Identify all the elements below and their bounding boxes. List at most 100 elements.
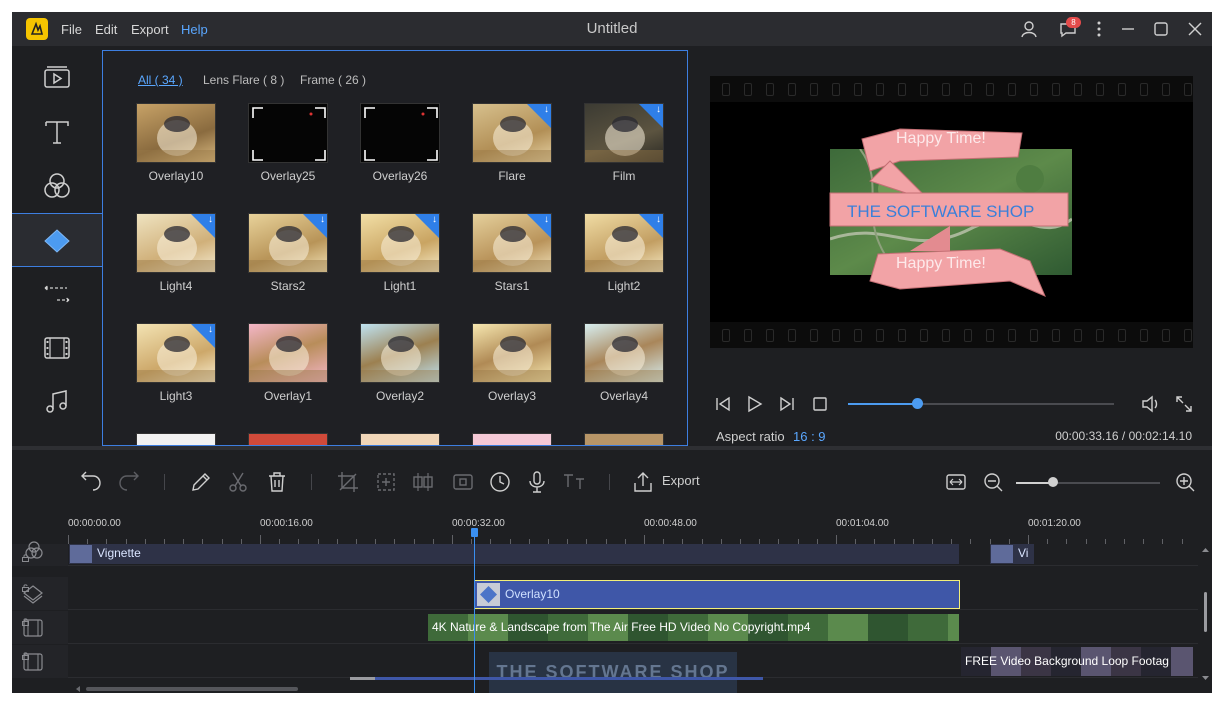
overlay-thumbnail[interactable] [248, 433, 328, 445]
overlay-thumbnail[interactable]: ↓ [472, 103, 552, 163]
menu-help[interactable]: Help [181, 22, 208, 37]
account-icon[interactable] [1019, 19, 1039, 39]
volume-icon[interactable] [1140, 395, 1160, 413]
clip-video-nature[interactable]: 4K Nature & Landscape from The Air Free … [428, 614, 959, 641]
ruler-label: 00:00:16.00 [260, 518, 313, 529]
overlay-thumbnail[interactable]: ↓ [248, 213, 328, 273]
tab-lens-flare[interactable]: Lens Flare ( 8 ) [203, 73, 284, 87]
playhead-line[interactable] [474, 528, 475, 693]
trash-icon[interactable] [266, 471, 288, 493]
scissors-icon[interactable] [227, 471, 249, 493]
sidebar-item-elements[interactable] [12, 321, 102, 375]
menu-file[interactable]: File [61, 22, 82, 37]
overlay-thumbnail[interactable] [136, 433, 216, 445]
text-to-speech-icon[interactable] [563, 471, 585, 493]
clip-overlay10[interactable]: Overlay10 [474, 580, 960, 609]
microphone-icon[interactable] [526, 471, 548, 493]
overlay-thumbnail[interactable] [360, 103, 440, 163]
film-hole [1074, 83, 1082, 96]
zoom-out-icon[interactable] [982, 471, 1004, 493]
lock-icon[interactable] [22, 618, 29, 626]
lock-icon[interactable] [22, 652, 29, 660]
overlay-thumbnail[interactable] [584, 323, 664, 383]
overlay-thumbnail[interactable] [472, 433, 552, 445]
undo-icon[interactable] [80, 471, 102, 493]
stop-icon[interactable] [811, 395, 829, 413]
film-hole [1030, 83, 1038, 96]
transitions-icon [44, 284, 70, 304]
play-icon[interactable] [745, 395, 763, 413]
track-header [12, 577, 68, 610]
redo-icon[interactable] [118, 471, 140, 493]
sidebar-item-music[interactable] [12, 375, 102, 429]
sidebar-item-transitions[interactable] [12, 267, 102, 321]
zoom-frame-icon[interactable] [375, 471, 397, 493]
notification-badge: 8 [1066, 17, 1081, 28]
minimize-icon[interactable] [1118, 19, 1138, 39]
overlay-thumbnail[interactable] [248, 103, 328, 163]
zoom-slider-handle[interactable] [1048, 477, 1059, 487]
export-icon[interactable] [632, 471, 654, 493]
overlay-thumbnail[interactable]: ↓ [360, 213, 440, 273]
overlay-thumbnail[interactable]: ↓ [136, 213, 216, 273]
sidebar-item-text[interactable] [12, 105, 102, 159]
overlay-thumbnail[interactable] [248, 323, 328, 383]
fit-timeline-icon[interactable] [945, 471, 967, 493]
scroll-left-icon[interactable] [74, 685, 82, 693]
clip-vignette[interactable]: Vignette [69, 544, 959, 564]
film-hole [1096, 329, 1104, 342]
overlay-thumbnail[interactable] [360, 323, 440, 383]
magic-wand-icon [70, 545, 92, 563]
overlay-thumbnail[interactable]: ↓ [584, 213, 664, 273]
media-icon [44, 66, 70, 88]
freeze-frame-icon[interactable] [452, 471, 474, 493]
aspect-ratio-value[interactable]: 16 : 9 [793, 429, 826, 444]
zoom-in-icon[interactable] [1174, 471, 1196, 493]
overlay-thumbnail[interactable]: ↓ [584, 103, 664, 163]
close-icon[interactable] [1185, 19, 1205, 39]
film-hole [942, 329, 950, 342]
overlay-label: Overlay26 [372, 169, 428, 183]
maximize-icon[interactable] [1151, 19, 1171, 39]
film-hole [744, 83, 752, 96]
track-handle[interactable] [350, 677, 375, 680]
edit-pencil-icon[interactable] [190, 471, 212, 493]
overlay-thumbnail[interactable]: ↓ [136, 323, 216, 383]
clip-vignette-2[interactable]: Vi [990, 544, 1034, 564]
app-logo-icon [26, 18, 48, 40]
overlay-thumbnail[interactable] [360, 433, 440, 445]
tab-frame[interactable]: Frame ( 26 ) [300, 73, 366, 87]
film-hole [898, 329, 906, 342]
overlay-thumbnail[interactable] [136, 103, 216, 163]
prev-frame-icon[interactable] [714, 395, 732, 413]
next-frame-icon[interactable] [778, 395, 796, 413]
sidebar-item-overlays[interactable] [12, 213, 102, 267]
mosaic-icon[interactable] [412, 471, 434, 493]
clip-video-background[interactable]: FREE Video Background Loop Footag [961, 647, 1193, 676]
fullscreen-icon[interactable] [1175, 395, 1193, 413]
lock-icon[interactable] [22, 554, 29, 562]
menu-export[interactable]: Export [131, 22, 169, 37]
sidebar-item-filters[interactable] [12, 159, 102, 213]
seek-handle[interactable] [912, 398, 924, 409]
timeline-vertical-scrollbar[interactable] [1199, 544, 1212, 684]
crop-icon[interactable] [337, 471, 359, 493]
more-icon[interactable] [1089, 19, 1109, 39]
ruler-label: 00:01:20.00 [1028, 518, 1081, 529]
tab-all[interactable]: All ( 34 ) [138, 73, 183, 87]
overlay-thumbnail[interactable] [472, 323, 552, 383]
overlay-thumbnail[interactable] [584, 433, 664, 445]
overlay-thumbnail[interactable]: ↓ [472, 213, 552, 273]
sidebar-item-media[interactable] [12, 51, 102, 105]
duration-icon[interactable] [489, 471, 511, 493]
export-button[interactable]: Export [662, 473, 700, 488]
time-ruler[interactable]: 00:00:00.00 00:00:16.00 00:00:32.00 00:00:4… [68, 514, 1198, 544]
lock-icon[interactable] [22, 584, 29, 592]
timeline-horizontal-scrollbar[interactable] [86, 687, 298, 691]
playhead-handle[interactable] [471, 528, 478, 537]
menu-edit[interactable]: Edit [95, 22, 117, 37]
filmstrip-top [710, 76, 1193, 102]
film-hole [832, 329, 840, 342]
track-header [12, 541, 68, 566]
overlay-label: Stars2 [270, 279, 306, 293]
